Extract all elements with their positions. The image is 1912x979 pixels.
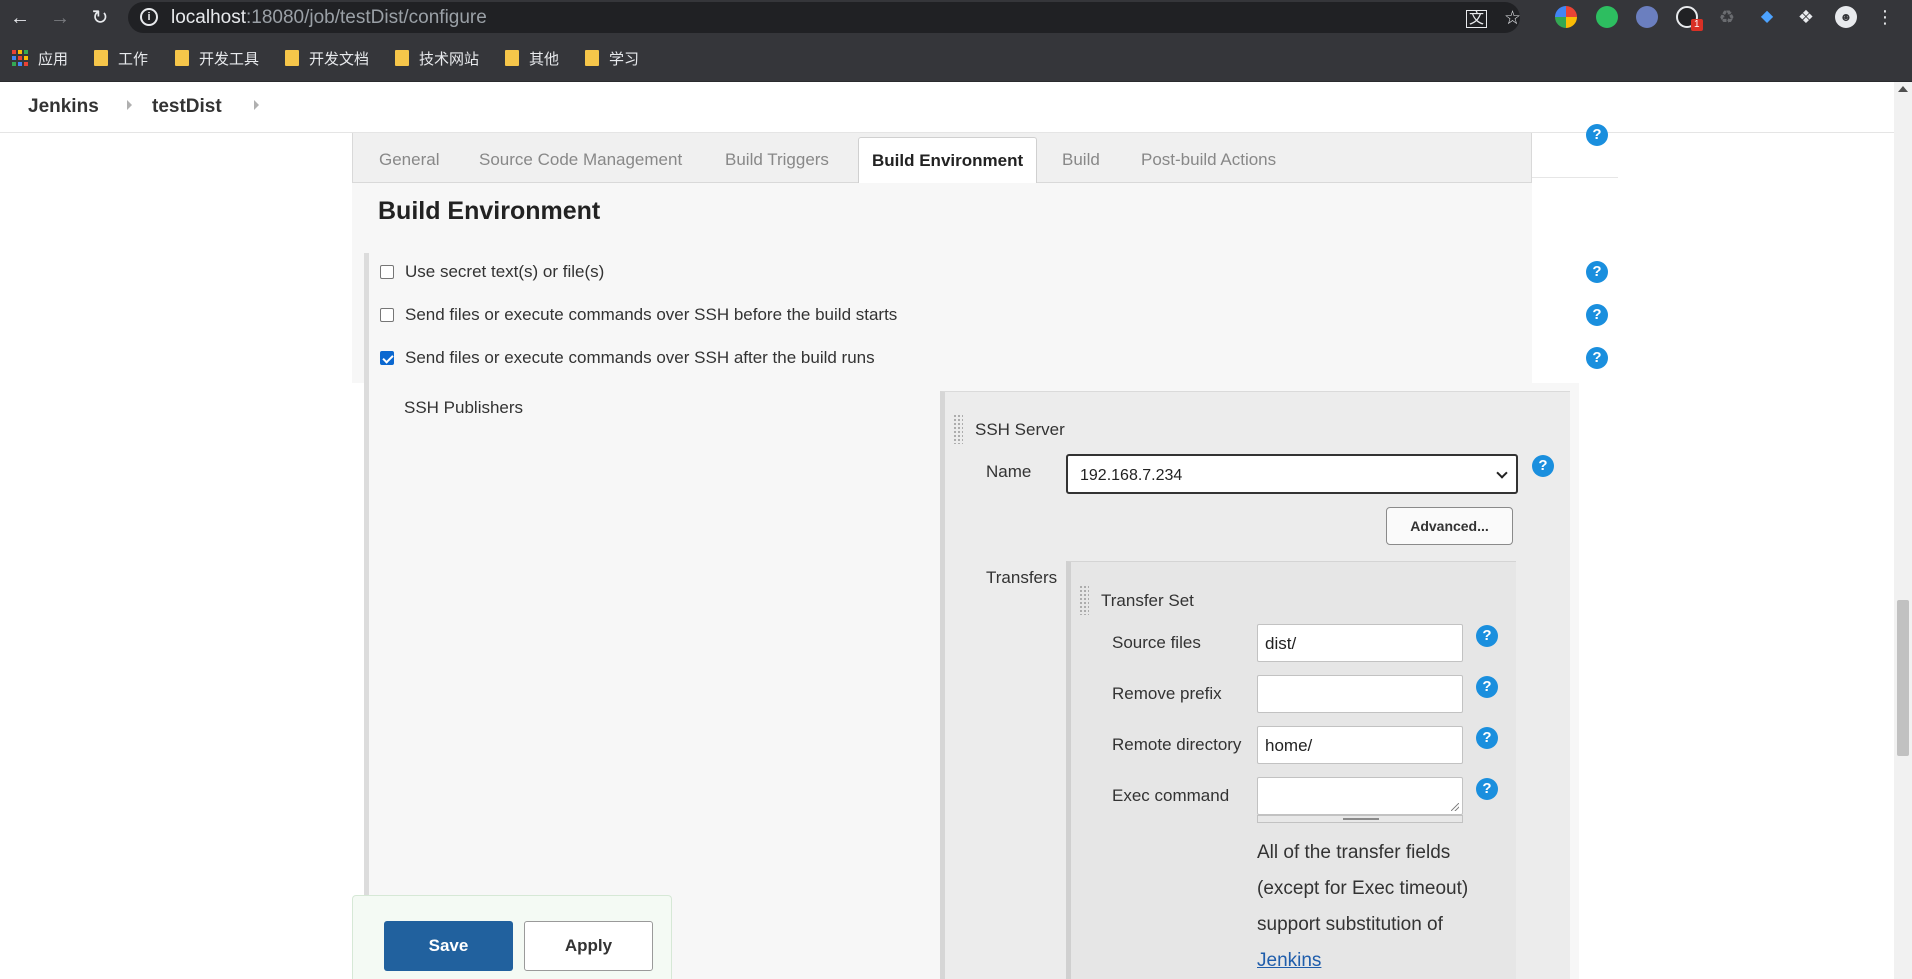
ssh-publishers-label: SSH Publishers [404,398,524,417]
evernote-icon[interactable] [1596,6,1618,28]
drag-handle-icon[interactable] [953,414,963,444]
address-bar[interactable]: i localhost:18080/job/testDist/configure… [128,2,1521,33]
scroll-thumb[interactable] [1897,600,1909,756]
menu-kebab-icon[interactable]: ⋮ [1874,6,1896,28]
folder-icon [175,50,189,66]
transfer-fields-note: All of the transfer fields (except for E… [1257,842,1469,971]
breadcrumb-chevron-icon[interactable] [254,100,259,110]
source-files-input[interactable]: dist/ [1257,624,1463,662]
tab-post-build-actions[interactable]: Post-build Actions [1141,150,1276,170]
option-ssh-after-build[interactable]: Send files or execute commands over SSH … [380,348,875,368]
url-text[interactable]: localhost:18080/job/testDist/configure [171,7,487,29]
owl-extension-icon[interactable] [1636,6,1658,28]
folder-icon [505,50,519,66]
save-button[interactable]: Save [384,921,513,971]
jenkins-env-link[interactable]: Jenkins [1257,950,1321,971]
puzzle-extensions-icon[interactable]: ❖ [1795,6,1817,28]
remove-prefix-label: Remove prefix [1112,684,1222,703]
drag-handle-icon[interactable] [1079,585,1089,615]
back-icon[interactable]: ← [8,6,32,30]
profile-avatar-icon[interactable]: ☻ [1835,6,1857,28]
recycle-extension-icon[interactable]: ♻ [1716,6,1738,28]
bookmark-tech-sites[interactable]: 技术网站 [395,47,479,69]
breadcrumb: Jenkins testDist [0,82,1894,133]
checkbox-ssh-before-build[interactable] [380,308,394,322]
name-label: Name [986,462,1032,481]
tab-build-environment[interactable]: Build Environment [858,137,1038,184]
reload-icon[interactable]: ↻ [88,6,112,30]
bookmark-dev-tools[interactable]: 开发工具 [175,47,259,69]
remove-prefix-input[interactable] [1257,675,1463,713]
transfers-label: Transfers [986,568,1058,587]
resize-grip-icon[interactable] [1451,803,1459,811]
breadcrumb-job[interactable]: testDist [152,96,222,118]
apply-button[interactable]: Apply [524,921,653,971]
bookmark-other[interactable]: 其他 [505,47,559,69]
forward-icon[interactable]: → [48,6,72,30]
help-icon[interactable]: ? [1586,124,1608,146]
breadcrumb-chevron-icon[interactable] [127,100,132,110]
page-scrollbar[interactable] [1894,82,1912,979]
checkbox-secret-text[interactable] [380,265,394,279]
config-tabs: General Source Code Management Build Tri… [352,133,1532,184]
help-icon[interactable]: ? [1476,676,1498,698]
bookmark-dev-docs[interactable]: 开发文档 [285,47,369,69]
folder-icon [94,50,108,66]
bookmark-work[interactable]: 工作 [94,47,148,69]
divider [1532,177,1618,178]
tab-build-triggers[interactable]: Build Triggers [725,150,829,170]
extension-badge: 1 [1691,19,1703,31]
ssh-server-label: SSH Server [975,420,1065,439]
help-icon[interactable]: ? [1476,778,1498,800]
help-icon[interactable]: ? [1586,347,1608,369]
folder-icon [395,50,409,66]
bookmark-apps[interactable]: 应用 [12,47,68,69]
translate-icon[interactable]: 文 [1466,10,1488,28]
source-files-label: Source files [1112,633,1201,652]
help-icon[interactable]: ? [1476,727,1498,749]
bookmark-study[interactable]: 学习 [585,47,639,69]
scroll-up-arrow-icon[interactable] [1898,86,1908,92]
tab-build[interactable]: Build [1062,150,1100,170]
ssh-server-name-select[interactable]: 192.168.7.234 [1066,454,1518,494]
transfer-set-label: Transfer Set [1101,591,1194,610]
section-title: Build Environment [378,197,601,225]
option-secret-text[interactable]: Use secret text(s) or file(s) [380,262,604,282]
checkbox-ssh-after-build[interactable] [380,351,394,365]
textarea-expand-handle[interactable] [1257,815,1463,823]
site-info-icon[interactable]: i [140,8,158,26]
tab-general[interactable]: General [379,150,439,170]
folder-icon [285,50,299,66]
breadcrumb-jenkins[interactable]: Jenkins [28,96,99,118]
advanced-button[interactable]: Advanced... [1386,507,1513,545]
help-icon[interactable]: ? [1476,625,1498,647]
remote-directory-label: Remote directory [1112,735,1242,754]
help-icon[interactable]: ? [1532,455,1554,477]
help-icon[interactable]: ? [1586,304,1608,326]
folder-icon [585,50,599,66]
option-ssh-before-build[interactable]: Send files or execute commands over SSH … [380,305,897,325]
browser-toolbar: ← → ↻ i localhost:18080/job/testDist/con… [0,0,1912,35]
exec-command-textarea[interactable] [1257,777,1463,815]
remote-directory-input[interactable]: home/ [1257,726,1463,764]
help-icon[interactable]: ? [1586,261,1608,283]
gem-extension-icon[interactable]: ◆ [1756,6,1778,28]
exec-command-label: Exec command [1112,786,1230,805]
apps-grid-icon [12,50,28,66]
bookmark-star-icon[interactable]: ☆ [1504,7,1521,30]
tab-source-code-management[interactable]: Source Code Management [479,150,682,170]
chrome-extension-icon[interactable] [1555,6,1577,28]
chevron-down-icon [1496,467,1508,479]
